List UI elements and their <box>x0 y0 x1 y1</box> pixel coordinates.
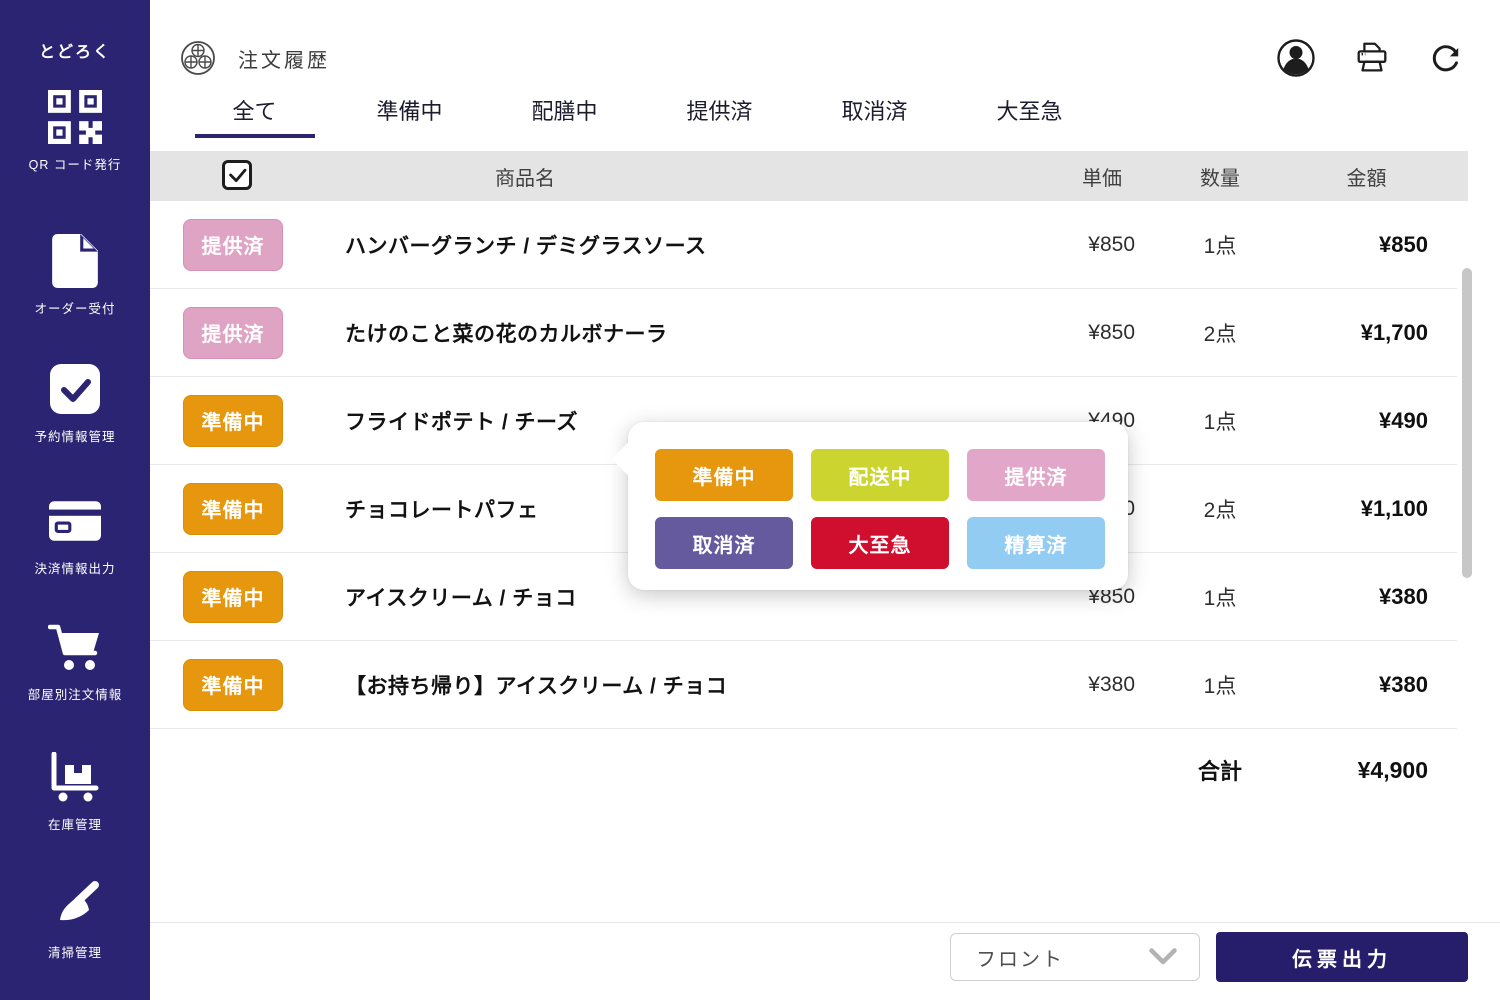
status-badge[interactable]: 準備中 <box>183 659 283 711</box>
amount: ¥850 <box>1305 232 1428 258</box>
document-icon <box>0 232 150 290</box>
amount: ¥380 <box>1305 672 1428 698</box>
status-badge[interactable]: 準備中 <box>183 571 283 623</box>
chevron-down-icon <box>1149 948 1177 966</box>
quantity: 2点 <box>1135 494 1305 524</box>
status-badge[interactable]: 準備中 <box>183 395 283 447</box>
tab-served[interactable]: 提供済 <box>642 86 797 138</box>
cart-icon <box>0 618 150 676</box>
broom-icon <box>0 876 150 934</box>
table-row: 提供済 ハンバーグランチ / デミグラスソース ¥850 1点 ¥850 <box>150 201 1457 289</box>
amount: ¥1,100 <box>1305 496 1428 522</box>
quantity: 2点 <box>1135 318 1305 348</box>
item-name: 【お持ち帰り】アイスクリーム / チョコ <box>345 670 965 700</box>
unit-price: ¥380 <box>965 673 1135 697</box>
quantity: 1点 <box>1135 582 1305 612</box>
brand: とどろく <box>0 38 150 62</box>
sidebar-item-order-intake[interactable]: オーダー受付 <box>0 232 150 317</box>
column-header-amount: 金額 <box>1305 162 1428 191</box>
topbar: 注文履歴 <box>150 0 1500 80</box>
amount: ¥380 <box>1305 584 1428 610</box>
table-header: 商品名 単価 数量 金額 <box>150 151 1468 201</box>
sidebar-item-label: 清掃管理 <box>0 942 150 961</box>
printer-icon[interactable] <box>1353 39 1391 77</box>
tab-bar: 全て 準備中 配膳中 提供済 取消済 大至急 <box>177 86 1500 138</box>
popup-button-cancelled[interactable]: 取消済 <box>655 517 793 569</box>
sidebar-item-room-orders[interactable]: 部屋別注文情報 <box>0 618 150 703</box>
quantity: 1点 <box>1135 230 1305 260</box>
total-row: 合計 ¥4,900 <box>150 729 1457 811</box>
topbar-icons <box>1276 38 1463 78</box>
item-name: ハンバーグランチ / デミグラスソース <box>345 230 965 260</box>
popup-button-preparing[interactable]: 準備中 <box>655 449 793 501</box>
qr-code-icon <box>0 88 150 146</box>
refresh-icon[interactable] <box>1428 41 1463 76</box>
sidebar-item-qr-code[interactable]: QR コード発行 <box>0 88 150 173</box>
app: とどろく QR コード発行 オーダー受付 <box>0 0 1500 1000</box>
column-header-quantity: 数量 <box>1135 162 1305 191</box>
status-badge[interactable]: 準備中 <box>183 483 283 535</box>
quantity: 1点 <box>1135 406 1305 436</box>
page-title: 注文履歴 <box>238 44 330 73</box>
dolly-icon <box>0 748 150 806</box>
popup-button-settled[interactable]: 精算済 <box>967 517 1105 569</box>
unit-price: ¥850 <box>965 321 1135 345</box>
credit-card-icon <box>0 492 150 550</box>
total-amount: ¥4,900 <box>1305 757 1428 784</box>
table-row: 提供済 たけのこと菜の花のカルボナーラ ¥850 2点 ¥1,700 <box>150 289 1457 377</box>
status-badge[interactable]: 提供済 <box>183 307 283 359</box>
popup-button-served[interactable]: 提供済 <box>967 449 1105 501</box>
tab-all[interactable]: 全て <box>177 86 332 138</box>
sidebar-item-label: 決済情報出力 <box>0 558 150 577</box>
user-icon[interactable] <box>1276 38 1316 78</box>
sidebar-item-label: QR コード発行 <box>0 154 150 173</box>
table-row: 準備中 【お持ち帰り】アイスクリーム / チョコ ¥380 1点 ¥380 <box>150 641 1457 729</box>
tab-cancelled[interactable]: 取消済 <box>797 86 952 138</box>
unit-price: ¥850 <box>965 233 1135 257</box>
item-name: たけのこと菜の花のカルボナーラ <box>345 318 965 348</box>
sidebar-item-label: 予約情報管理 <box>0 426 150 445</box>
sidebar: とどろく QR コード発行 オーダー受付 <box>0 0 150 1000</box>
status-popup: 準備中 配送中 提供済 取消済 大至急 精算済 <box>628 422 1128 590</box>
location-select-value: フロント <box>976 943 1064 972</box>
column-header-name: 商品名 <box>345 162 965 191</box>
tab-urgent[interactable]: 大至急 <box>952 86 1107 138</box>
amount: ¥1,700 <box>1305 320 1428 346</box>
logo-icon <box>180 40 216 76</box>
status-badge[interactable]: 提供済 <box>183 219 283 271</box>
amount: ¥490 <box>1305 408 1428 434</box>
sidebar-item-label: 在庫管理 <box>0 814 150 833</box>
main: 注文履歴 <box>150 0 1500 1000</box>
sidebar-item-inventory[interactable]: 在庫管理 <box>0 748 150 833</box>
slip-output-button[interactable]: 伝票出力 <box>1216 932 1468 982</box>
select-all-checkbox[interactable] <box>222 160 252 190</box>
popup-button-delivering[interactable]: 配送中 <box>811 449 949 501</box>
sidebar-item-label: オーダー受付 <box>0 298 150 317</box>
column-header-unit-price: 単価 <box>965 162 1135 191</box>
popup-button-urgent[interactable]: 大至急 <box>811 517 949 569</box>
tab-preparing[interactable]: 準備中 <box>332 86 487 138</box>
sidebar-item-label: 部屋別注文情報 <box>0 684 150 703</box>
check-square-icon <box>0 360 150 418</box>
sidebar-item-reservation[interactable]: 予約情報管理 <box>0 360 150 445</box>
quantity: 1点 <box>1135 670 1305 700</box>
sidebar-item-cleaning[interactable]: 清掃管理 <box>0 876 150 961</box>
sidebar-item-payment-export[interactable]: 決済情報出力 <box>0 492 150 577</box>
location-select[interactable]: フロント <box>950 933 1200 981</box>
footer: フロント 伝票出力 <box>150 922 1500 923</box>
tab-serving[interactable]: 配膳中 <box>487 86 642 138</box>
scrollbar-thumb[interactable] <box>1462 268 1472 578</box>
total-label: 合計 <box>1135 754 1305 786</box>
